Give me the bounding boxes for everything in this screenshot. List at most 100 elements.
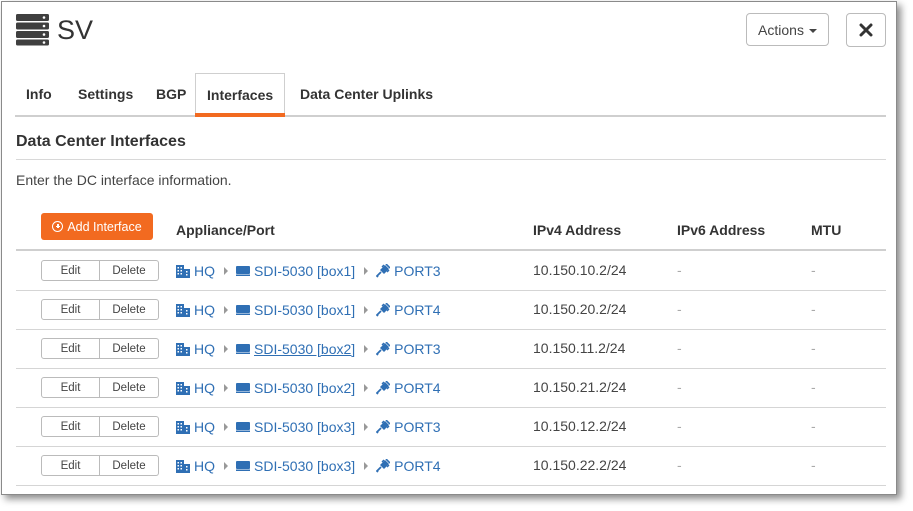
close-button[interactable] — [846, 13, 886, 47]
site-label: HQ — [194, 458, 215, 474]
delete-button[interactable]: Delete — [100, 416, 159, 437]
delete-button[interactable]: Delete — [100, 377, 159, 398]
site-label: HQ — [194, 341, 215, 357]
port-label: PORT4 — [394, 458, 441, 474]
building-icon — [176, 420, 190, 434]
edit-button[interactable]: Edit — [41, 260, 100, 281]
actions-dropdown-button[interactable]: Actions — [746, 13, 829, 46]
delete-button[interactable]: Delete — [100, 338, 159, 359]
port-label: PORT3 — [394, 341, 441, 357]
section-description: Enter the DC interface information. — [16, 172, 232, 188]
mtu-cell: - — [811, 301, 816, 317]
appliance-port-path: HQ SDI-5030 [box1] PORT4 — [176, 300, 441, 320]
building-icon — [176, 459, 190, 473]
port-link[interactable]: PORT3 — [376, 419, 441, 435]
site-label: HQ — [194, 302, 215, 318]
port-link[interactable]: PORT3 — [376, 341, 441, 357]
caret-right-icon — [224, 306, 228, 314]
row-actions: Edit Delete — [41, 377, 159, 398]
appliance-label: SDI-5030 [box3] — [254, 419, 356, 435]
tab-settings[interactable]: Settings — [67, 73, 144, 115]
row-actions: Edit Delete — [41, 416, 159, 437]
port-link[interactable]: PORT4 — [376, 458, 441, 474]
port-label: PORT3 — [394, 419, 441, 435]
port-link[interactable]: PORT4 — [376, 380, 441, 396]
ipv4-cell: 10.150.22.2/24 — [533, 457, 627, 473]
appliance-link[interactable]: SDI-5030 [box3] — [236, 458, 355, 474]
site-link[interactable]: HQ — [176, 419, 215, 435]
appliance-icon — [236, 461, 250, 471]
appliance-icon — [236, 266, 250, 276]
port-link[interactable]: PORT4 — [376, 302, 441, 318]
appliance-link[interactable]: SDI-5030 [box3] — [236, 419, 355, 435]
edit-button[interactable]: Edit — [41, 299, 100, 320]
appliance-link[interactable]: SDI-5030 [box2] — [236, 380, 355, 396]
add-interface-label: Add Interface — [67, 219, 142, 234]
building-icon — [176, 381, 190, 395]
server-stack-icon — [16, 14, 49, 46]
ipv6-cell: - — [677, 457, 682, 473]
column-header-appliance-port: Appliance/Port — [176, 222, 275, 238]
site-label: HQ — [194, 380, 215, 396]
appliance-link[interactable]: SDI-5030 [box1] — [236, 263, 355, 279]
row-actions: Edit Delete — [41, 260, 159, 281]
appliance-port-path: HQ SDI-5030 [box1] PORT3 — [176, 261, 441, 281]
delete-button[interactable]: Delete — [100, 455, 159, 476]
table-row: Edit Delete HQ SDI-5030 [box3] PORT4 10.150.2… — [16, 446, 886, 486]
appliance-icon — [236, 383, 250, 393]
section-title: Data Center Interfaces — [16, 133, 186, 150]
row-actions: Edit Delete — [41, 299, 159, 320]
caret-right-icon — [364, 462, 369, 470]
plus-circle-icon — [52, 221, 64, 232]
tab-data-center-uplinks[interactable]: Data Center Uplinks — [289, 73, 444, 115]
ipv4-cell: 10.150.12.2/24 — [533, 418, 627, 434]
site-link[interactable]: HQ — [176, 380, 215, 396]
appliance-label: SDI-5030 [box3] — [254, 458, 356, 474]
delete-button[interactable]: Delete — [100, 260, 159, 281]
table-row: Edit Delete HQ SDI-5030 [box2] PORT3 10.150.1… — [16, 329, 886, 369]
appliance-icon — [236, 305, 250, 315]
caret-right-icon — [224, 462, 228, 470]
site-link[interactable]: HQ — [176, 341, 215, 357]
edit-button[interactable]: Edit — [41, 377, 100, 398]
building-icon — [176, 264, 190, 278]
ipv4-cell: 10.150.10.2/24 — [533, 262, 627, 278]
column-header-ipv4: IPv4 Address — [533, 222, 622, 238]
interfaces-dialog: SV Actions Info Settings BGP Interfaces … — [1, 1, 897, 495]
plug-icon — [376, 381, 391, 395]
port-label: PORT4 — [394, 380, 441, 396]
port-link[interactable]: PORT3 — [376, 263, 441, 279]
appliance-port-path: HQ SDI-5030 [box3] PORT3 — [176, 417, 441, 437]
site-link[interactable]: HQ — [176, 458, 215, 474]
page-title: SV — [57, 15, 94, 45]
appliance-link[interactable]: SDI-5030 [box1] — [236, 302, 355, 318]
building-icon — [176, 342, 190, 356]
section-divider — [16, 159, 886, 160]
ipv4-cell: 10.150.21.2/24 — [533, 379, 627, 395]
chevron-down-icon — [808, 28, 817, 33]
appliance-link[interactable]: SDI-5030 [box2] — [236, 341, 355, 357]
tab-info[interactable]: Info — [15, 73, 63, 115]
appliance-port-path: HQ SDI-5030 [box2] PORT4 — [176, 378, 441, 398]
tab-interfaces[interactable]: Interfaces — [195, 73, 286, 117]
row-actions: Edit Delete — [41, 455, 159, 476]
delete-button[interactable]: Delete — [100, 299, 159, 320]
edit-button[interactable]: Edit — [41, 455, 100, 476]
add-interface-button[interactable]: Add Interface — [41, 213, 153, 240]
caret-right-icon — [224, 345, 228, 353]
row-actions: Edit Delete — [41, 338, 159, 359]
ipv6-cell: - — [677, 379, 682, 395]
site-link[interactable]: HQ — [176, 302, 215, 318]
caret-right-icon — [364, 384, 369, 392]
close-icon — [859, 23, 873, 37]
plug-icon — [376, 303, 391, 317]
appliance-label: SDI-5030 [box2] — [254, 341, 356, 357]
tab-bgp[interactable]: BGP — [145, 73, 197, 115]
caret-right-icon — [224, 423, 228, 431]
table-row: Edit Delete HQ SDI-5030 [box1] PORT4 10.150.2… — [16, 290, 886, 330]
site-link[interactable]: HQ — [176, 263, 215, 279]
edit-button[interactable]: Edit — [41, 338, 100, 359]
mtu-cell: - — [811, 340, 816, 356]
edit-button[interactable]: Edit — [41, 416, 100, 437]
mtu-cell: - — [811, 262, 816, 278]
